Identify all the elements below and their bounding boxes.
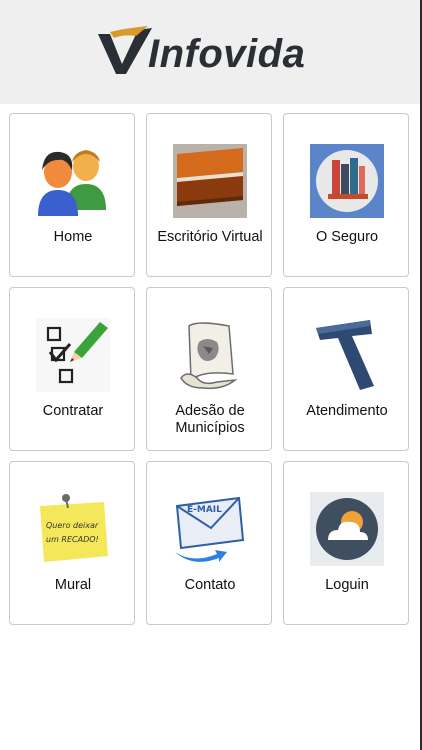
menu-tile-escritorio-virtual[interactable]: Escritório Virtual (146, 113, 272, 277)
menu-label-contato: Contato (184, 577, 236, 593)
menu-label-home: Home (53, 229, 93, 245)
cloud-sun-icon (310, 492, 384, 566)
menu-label-mural: Mural (54, 577, 92, 593)
sticky-note-icon: Quero deixar um RECADO! (40, 494, 108, 562)
email-icon: E-MAIL (175, 496, 245, 562)
menu-label-adesao-municipios: Adesão de Municípios (175, 403, 245, 436)
menu-label-atendimento: Atendimento (306, 403, 388, 419)
menu-label-loguin: Loguin (325, 577, 369, 593)
app-header: Infovida (0, 0, 420, 104)
menu-tile-atendimento[interactable]: Atendimento (283, 287, 409, 451)
map-scroll-icon (180, 322, 238, 390)
menu-label-escritorio-virtual: Escritório Virtual (157, 229, 263, 245)
menu-label-contratar: Contratar (42, 403, 104, 419)
infovida-logo: Infovida (96, 26, 311, 78)
menu-tile-loguin[interactable]: Loguin (283, 461, 409, 625)
book-icon (173, 144, 247, 218)
users-icon (38, 150, 106, 216)
note-text-line1: Quero deixar (46, 521, 99, 530)
menu-tile-contratar[interactable]: Contratar (9, 287, 135, 451)
menu-tile-o-seguro[interactable]: O Seguro (283, 113, 409, 277)
email-badge-text: E-MAIL (187, 505, 222, 515)
menu-label-o-seguro: O Seguro (315, 229, 379, 245)
books-shelf-icon (310, 144, 384, 218)
note-text-line2: um RECADO! (46, 535, 99, 544)
letter-t-icon (316, 320, 374, 390)
menu-tile-mural[interactable]: Quero deixar um RECADO! Mural (9, 461, 135, 625)
logo-text: Infovida (148, 32, 306, 76)
checklist-icon (36, 318, 110, 392)
menu-tile-home[interactable]: Home (9, 113, 135, 277)
menu-tile-contato[interactable]: E-MAIL Contato (146, 461, 272, 625)
menu-tile-adesao-municipios[interactable]: Adesão de Municípios (146, 287, 272, 451)
